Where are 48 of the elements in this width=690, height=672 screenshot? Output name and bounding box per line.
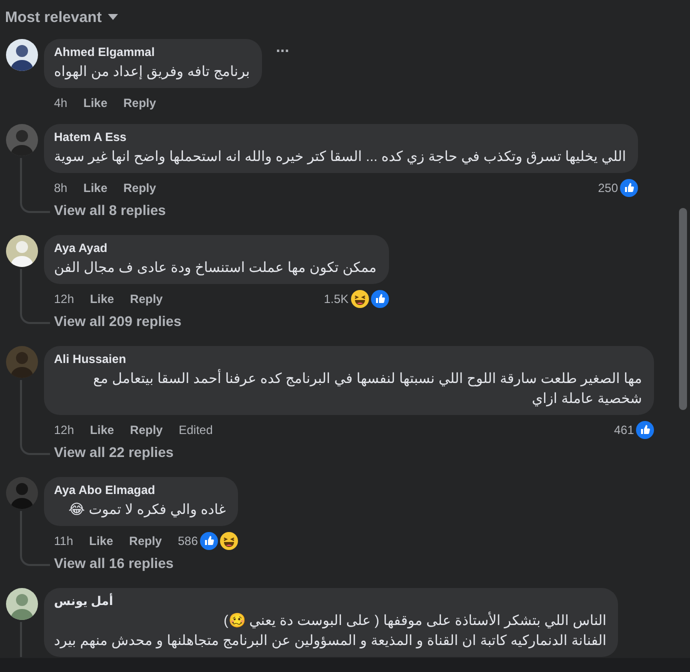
- thread-connector: [20, 550, 50, 566]
- comment-text: اللي يخليها تسرق وتكذب في حاجة زي كده ... السقا كتر خيره والله انه استحملها واضح انها غير سوية: [54, 147, 626, 166]
- scrollbar[interactable]: [679, 208, 687, 410]
- reaction-count: 1.5K: [324, 292, 349, 306]
- view-replies-link[interactable]: View all 8 replies: [54, 202, 166, 218]
- thread-connector: [20, 197, 50, 213]
- reply-link[interactable]: Reply: [123, 181, 156, 195]
- reaction-count: 250: [598, 181, 618, 195]
- author-name: Ahmed Elgammal: [54, 45, 156, 59]
- author-name: Hatem A Ess: [54, 130, 128, 144]
- like-link[interactable]: Like: [89, 534, 114, 548]
- like-link[interactable]: Like: [90, 423, 114, 437]
- avatar[interactable]: [6, 39, 38, 71]
- reaction-count: 461: [614, 423, 634, 437]
- reply-link[interactable]: Reply: [129, 534, 162, 548]
- comment-time: 8h: [54, 181, 68, 195]
- author-name: Aya Abo Elmagad: [54, 483, 156, 497]
- comment-text: الناس اللي بتشكر الأستاذة على موقفها ( على البوست دة يعني 🥴): [222, 610, 606, 630]
- author-name: أمل يونس: [54, 594, 114, 608]
- view-replies-link[interactable]: View all 16 replies: [54, 555, 174, 571]
- author-name: Aya Ayad: [54, 241, 108, 255]
- comment-time: 4h: [54, 96, 68, 110]
- thread-connector: [20, 308, 50, 324]
- comment-time: 12h: [54, 292, 74, 306]
- view-replies-link[interactable]: View all 22 replies: [54, 444, 174, 460]
- comment-text: مها الصغير طلعت سارقة اللوح اللي نسبتها لنفسها في البرنامج كده عرفنا أحمد السقا بيتعامل مع شخصية عاملة ازاي: [92, 368, 642, 408]
- avatar[interactable]: [6, 588, 38, 620]
- comment-time: 11h: [54, 534, 74, 548]
- caret-icon: [108, 14, 118, 20]
- like-link[interactable]: Like: [83, 181, 108, 195]
- thread-connector: [20, 439, 50, 455]
- edited-label: Edited: [178, 423, 213, 437]
- author-name: Ali Hussaien: [54, 352, 128, 366]
- comment-text: ممكن تكون مها عملت استنساخ ودة عادى ف مجال الفن: [54, 258, 377, 277]
- reply-link[interactable]: Reply: [123, 96, 156, 110]
- reply-link[interactable]: Reply: [130, 423, 163, 437]
- reply-link[interactable]: Reply: [130, 292, 163, 306]
- more-options-button[interactable]: ...: [276, 38, 290, 58]
- avatar[interactable]: [6, 235, 38, 267]
- reaction-count: 586: [178, 534, 198, 548]
- like-link[interactable]: Like: [90, 292, 114, 306]
- like-link[interactable]: Like: [83, 96, 108, 110]
- comment-text: الفنانة الدنماركيه كاتبة ان القناة و المذيعة و المسؤولين عن البرنامج متجاهلنها و محدش منهم بيرد: [54, 631, 606, 650]
- comment-time: 12h: [54, 423, 74, 437]
- view-replies-link[interactable]: View all 209 replies: [54, 313, 182, 329]
- comment-text: برنامج تافه وفريق إعداد من الهواه: [54, 62, 250, 81]
- comment-text: غاده والي فكره لا تموت 😂: [67, 500, 226, 519]
- sort-dropdown[interactable]: Most relevant: [5, 7, 118, 27]
